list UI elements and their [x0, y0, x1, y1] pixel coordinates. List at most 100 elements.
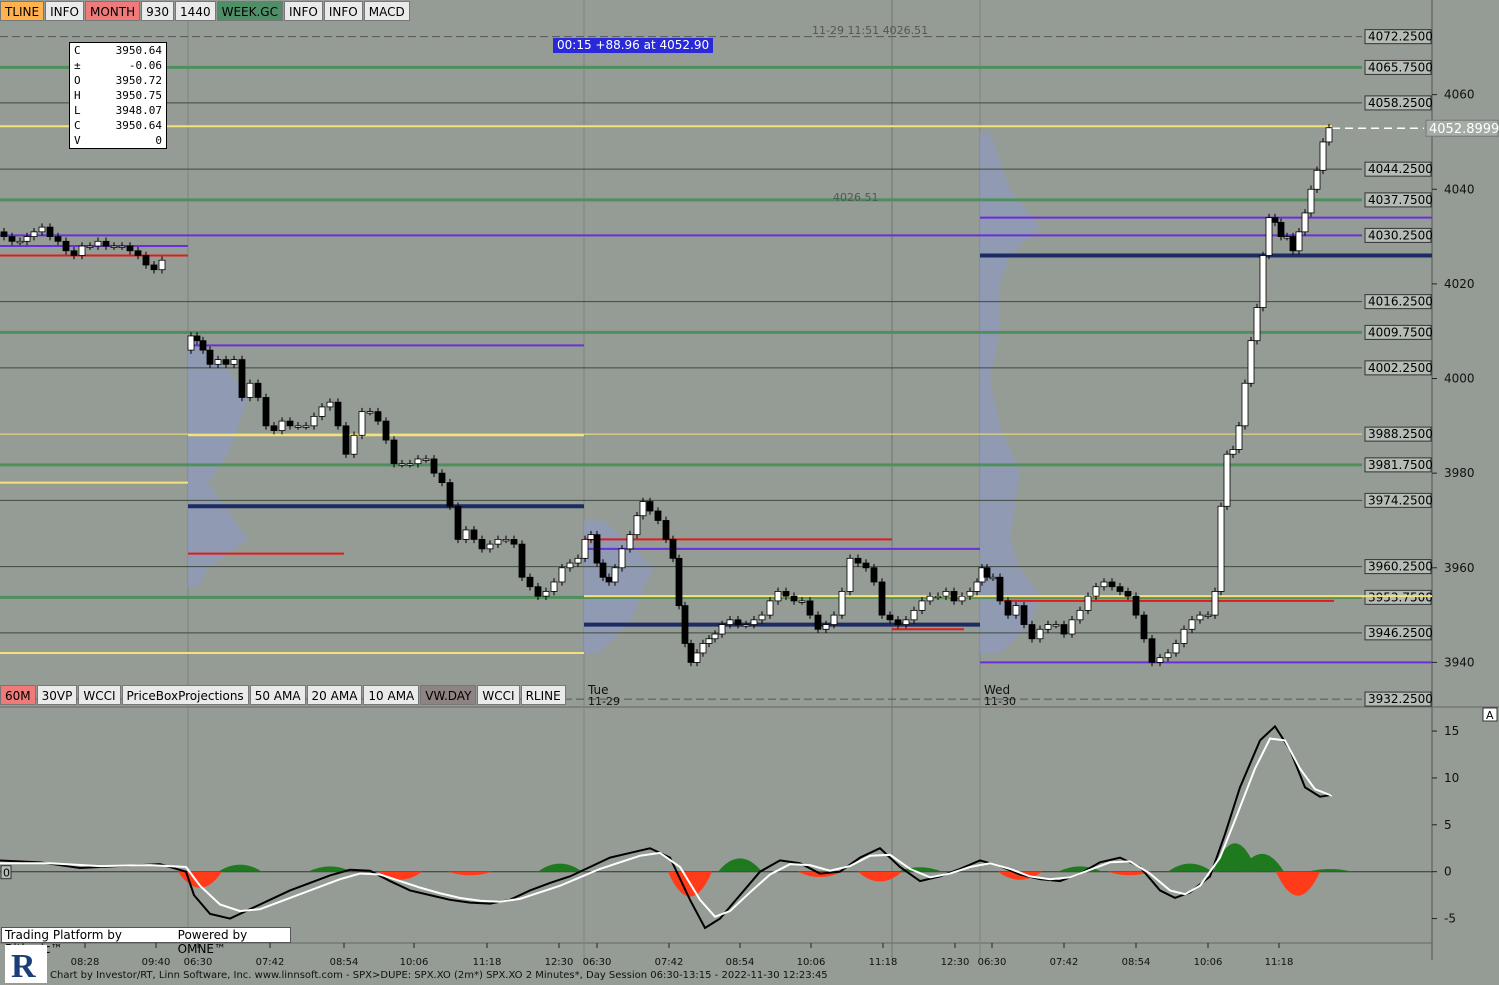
candle-body	[742, 624, 750, 627]
bottom-toolbar-button-wcci[interactable]: WCCI	[78, 685, 121, 705]
candle-body	[414, 458, 422, 465]
top-toolbar-button-week-gc[interactable]: WEEK.GC	[216, 1, 283, 21]
price-axis-label: 4060	[1444, 88, 1475, 102]
candle-body	[1076, 609, 1084, 621]
candle-body	[1241, 382, 1249, 427]
bottom-toolbar-button-30vp[interactable]: 30VP	[36, 685, 78, 705]
candle-body	[846, 557, 854, 592]
candle-body	[126, 245, 134, 252]
candle-body	[798, 600, 806, 603]
price-change-info-box: 00:15 +88.96 at 4052.90	[553, 38, 714, 53]
bottom-toolbar-button-20-ama[interactable]: 20 AMA	[306, 685, 363, 705]
candle-body	[222, 359, 230, 365]
candle-body	[633, 515, 641, 536]
candle-body	[711, 633, 719, 640]
candle-body	[16, 240, 24, 244]
candle-body	[639, 501, 647, 517]
price-level-tag: 4009.7500	[1368, 325, 1433, 339]
candle-body	[646, 501, 654, 512]
candle-body	[766, 600, 774, 616]
candle-body	[102, 240, 110, 247]
candle-body	[894, 619, 902, 625]
ohlc-key: L	[74, 104, 81, 117]
price-level-tag: 3946.2500	[1368, 626, 1433, 640]
price-level-tag: 3981.7500	[1368, 458, 1433, 472]
candle-body	[406, 463, 414, 466]
price-level-tag: 4065.7500	[1368, 60, 1433, 74]
top-toolbar-button-1440[interactable]: 1440	[175, 1, 216, 21]
candle-body	[150, 264, 158, 271]
candle-body	[1020, 605, 1028, 625]
ohlc-row: C 3950.64	[70, 118, 166, 133]
bottom-toolbar-button-10-ama[interactable]: 10 AMA	[363, 685, 420, 705]
top-toolbar-button-930[interactable]: 930	[141, 1, 175, 21]
candle-body	[38, 226, 46, 233]
candle-body	[1092, 586, 1100, 597]
macd-axis-label: 15	[1444, 724, 1459, 738]
candle-body	[1271, 217, 1279, 223]
candle-body	[1060, 624, 1068, 635]
ohlc-row: ± -0.06	[70, 58, 166, 73]
bottom-toolbar-button-50-ama[interactable]: 50 AMA	[249, 685, 306, 705]
candle-body	[462, 529, 470, 540]
ohlc-key: O	[74, 74, 81, 87]
price-level-tag: 4058.2500	[1368, 96, 1433, 110]
candle-body	[286, 420, 294, 427]
candle-body	[70, 250, 78, 256]
rithmic-platform-label: Trading Platform by Rithmic™	[5, 928, 122, 956]
candle-body	[1180, 628, 1188, 644]
candle-body	[438, 472, 446, 484]
candle-body	[599, 562, 607, 578]
candle-body	[996, 576, 1004, 602]
candle-body	[587, 534, 595, 540]
price-level-tag: 3974.2500	[1368, 493, 1433, 507]
ohlc-value: 0	[155, 134, 162, 147]
ohlc-key: C	[74, 119, 81, 132]
candle-body	[366, 411, 374, 414]
candle-body	[611, 567, 619, 583]
candle-body	[262, 397, 270, 427]
candle-body	[758, 614, 766, 621]
svg-text:R: R	[11, 948, 36, 983]
candle-body	[605, 576, 613, 583]
candle-body	[398, 463, 406, 466]
candle-body	[199, 340, 207, 351]
candle-body	[94, 240, 102, 247]
candle-body	[86, 245, 94, 248]
bottom-toolbar-button-60m[interactable]: 60M	[0, 685, 36, 705]
macd-axis-label: 10	[1444, 771, 1459, 785]
candle-body	[1068, 619, 1076, 635]
candle-body	[246, 382, 254, 398]
candle-body	[1217, 505, 1225, 592]
bottom-toolbar-button-priceboxprojections[interactable]: PriceBoxProjections	[121, 685, 249, 705]
top-toolbar-button-info[interactable]: INFO	[45, 1, 84, 21]
candle-body	[574, 557, 582, 564]
candle-body	[854, 557, 862, 564]
candle-body	[390, 439, 398, 465]
time-axis-label: 07:42	[1050, 957, 1079, 968]
candle-body	[862, 562, 870, 569]
top-toolbar-button-info[interactable]: INFO	[283, 1, 323, 21]
candle-body	[1132, 595, 1140, 616]
time-axis-label: 06:30	[184, 957, 213, 968]
top-toolbar-button-tline[interactable]: TLINE	[0, 1, 45, 21]
bottom-toolbar-button-wcci[interactable]: WCCI	[477, 685, 520, 705]
candle-body	[838, 591, 846, 616]
candle-body	[1319, 141, 1327, 171]
ohlc-value: -0.06	[128, 59, 162, 72]
candle-body	[718, 624, 726, 635]
bottom-toolbar-button-vw-day[interactable]: VW.DAY	[420, 685, 477, 705]
top-toolbar-button-macd[interactable]: MACD	[363, 1, 410, 21]
candle-body	[542, 591, 550, 597]
rithmic-banner[interactable]: Trading Platform by Rithmic™ Powered by …	[1, 927, 291, 956]
ohlc-row: O 3950.72	[70, 73, 166, 88]
candle-body	[814, 614, 822, 630]
time-axis-label: 11:18	[869, 957, 898, 968]
top-toolbar-button-month[interactable]: MONTH	[85, 1, 141, 21]
candle-body	[934, 595, 942, 599]
time-axis-label: 08:28	[71, 957, 100, 968]
candle-body	[1188, 619, 1196, 630]
top-toolbar-button-info[interactable]: INFO	[323, 1, 363, 21]
bottom-toolbar-button-rline[interactable]: RLINE	[520, 685, 566, 705]
ohlc-row: H 3950.75	[70, 88, 166, 103]
